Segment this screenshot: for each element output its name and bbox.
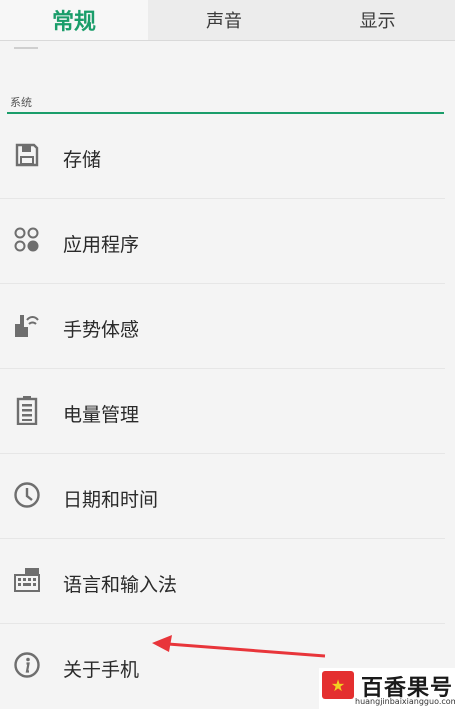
watermark-logo: ★ [322,671,354,699]
settings-item-label: 手势体感 [63,319,140,341]
settings-item-date-time[interactable]: 日期和时间 [0,454,455,539]
clock-icon [12,480,42,510]
settings-list: 存储 应用程序 手势体感 电量管理 日期和时间 语言和输入法 关于手机 [0,114,455,709]
settings-item-language-input[interactable]: 语言和输入法 [0,539,455,624]
tab-general[interactable]: 常规 [0,0,148,40]
settings-item-label: 关于手机 [63,659,140,681]
scroll-remnant-divider [14,47,38,49]
red-arrow-annotation [152,635,326,658]
watermark-url: huangjinbaixiangguo.com [355,697,455,706]
settings-item-label: 存储 [63,149,102,171]
settings-item-label: 日期和时间 [63,489,159,511]
settings-item-label: 语言和输入法 [63,574,178,596]
settings-item-storage[interactable]: 存储 [0,114,455,199]
apps-icon [12,225,42,255]
storage-icon [12,140,42,170]
settings-item-gesture[interactable]: 手势体感 [0,284,455,369]
tab-display[interactable]: 显示 [300,0,455,40]
watermark: ★ 百香果号 huangjinbaixiangguo.com [319,668,455,709]
settings-item-label: 电量管理 [63,404,140,426]
tab-divider [0,40,455,41]
settings-item-label: 应用程序 [63,234,140,256]
section-header-system: 系统 [10,96,32,109]
keyboard-icon [12,565,42,595]
info-icon [12,650,42,680]
tab-bar: 常规 声音 显示 [0,0,455,40]
gesture-icon [12,310,42,340]
battery-icon [12,395,42,425]
settings-item-battery[interactable]: 电量管理 [0,369,455,454]
settings-item-apps[interactable]: 应用程序 [0,199,455,284]
tab-sound[interactable]: 声音 [148,0,300,40]
